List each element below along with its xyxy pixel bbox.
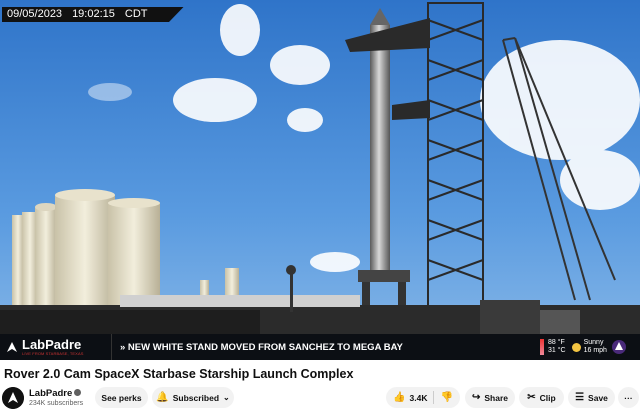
- video-title: Rover 2.0 Cam SpaceX Starbase Starship L…: [4, 367, 354, 381]
- like-divider: [433, 391, 435, 404]
- verified-icon: [74, 389, 82, 396]
- logo-tagline: LIVE FROM STARBASE, TEXAS: [22, 351, 84, 356]
- overlay-time: 19:02:15: [72, 8, 115, 20]
- video-frame: [0, 0, 640, 360]
- channel-name-text[interactable]: LabPadre: [29, 388, 72, 399]
- weather-widget: 88 °F 31 °C Sunny 16 mph: [540, 339, 640, 355]
- subscribed-button[interactable]: 🔔 Subscribed ⌄: [152, 387, 234, 408]
- avatar[interactable]: [2, 387, 24, 409]
- save-label: Save: [588, 392, 608, 403]
- share-label: Share: [484, 392, 508, 403]
- clip-label: Clip: [539, 392, 556, 403]
- save-button[interactable]: ☰ Save: [568, 387, 615, 408]
- more-icon: ···: [624, 392, 633, 403]
- see-perks-label: See perks: [101, 392, 142, 403]
- temp-fahrenheit: 88 °F: [548, 339, 565, 346]
- timestamp-overlay: 09/05/2023 19:02:15 CDT: [2, 7, 184, 22]
- weather-condition: Sunny: [583, 339, 604, 346]
- channel-action-bar: LabPadre 234K subscribers See perks 🔔 Su…: [0, 385, 640, 413]
- share-icon: ↪: [471, 392, 481, 403]
- logo-name: LabPadre: [22, 337, 82, 352]
- weather-wind: 16 mph: [583, 347, 607, 354]
- like-count[interactable]: 3.4K: [410, 393, 428, 403]
- labpadre-logo: LabPadre LIVE FROM STARBASE, TEXAS: [0, 334, 112, 360]
- overlay-date: 09/05/2023: [7, 8, 63, 20]
- thumbs-down-icon[interactable]: 👎: [440, 392, 452, 403]
- save-playlist-icon: ☰: [575, 392, 585, 403]
- subscribed-label: Subscribed: [172, 392, 220, 403]
- share-button[interactable]: ↪ Share: [465, 387, 515, 408]
- sun-icon: [571, 342, 581, 352]
- rocket-icon: [7, 342, 17, 352]
- bell-icon: 🔔: [156, 392, 169, 403]
- starbase-badge-icon: [611, 340, 626, 354]
- ticker-message: » NEW WHITE STAND MOVED FROM SANCHEZ TO …: [120, 341, 403, 353]
- see-perks-button[interactable]: See perks: [95, 387, 148, 408]
- subscriber-count: 234K subscribers: [29, 400, 84, 407]
- thumbs-up-icon[interactable]: 👍: [393, 392, 405, 403]
- like-dislike-group: 👍 3.4K 👎: [386, 387, 460, 408]
- temp-celsius: 31 °C: [548, 347, 566, 354]
- clip-button[interactable]: ✂ Clip: [519, 387, 564, 408]
- video-player[interactable]: 09/05/2023 19:02:15 CDT LabPadre LIVE FROM…: [0, 0, 640, 360]
- more-actions-button[interactable]: ···: [618, 387, 639, 408]
- news-ticker: LabPadre LIVE FROM STARBASE, TEXAS » NEW…: [0, 334, 640, 360]
- thermometer-icon: [540, 339, 544, 355]
- channel-name[interactable]: LabPadre: [29, 388, 82, 399]
- scissors-icon: ✂: [527, 392, 536, 403]
- overlay-timezone: CDT: [124, 8, 148, 20]
- chevron-down-icon: ⌄: [223, 393, 230, 402]
